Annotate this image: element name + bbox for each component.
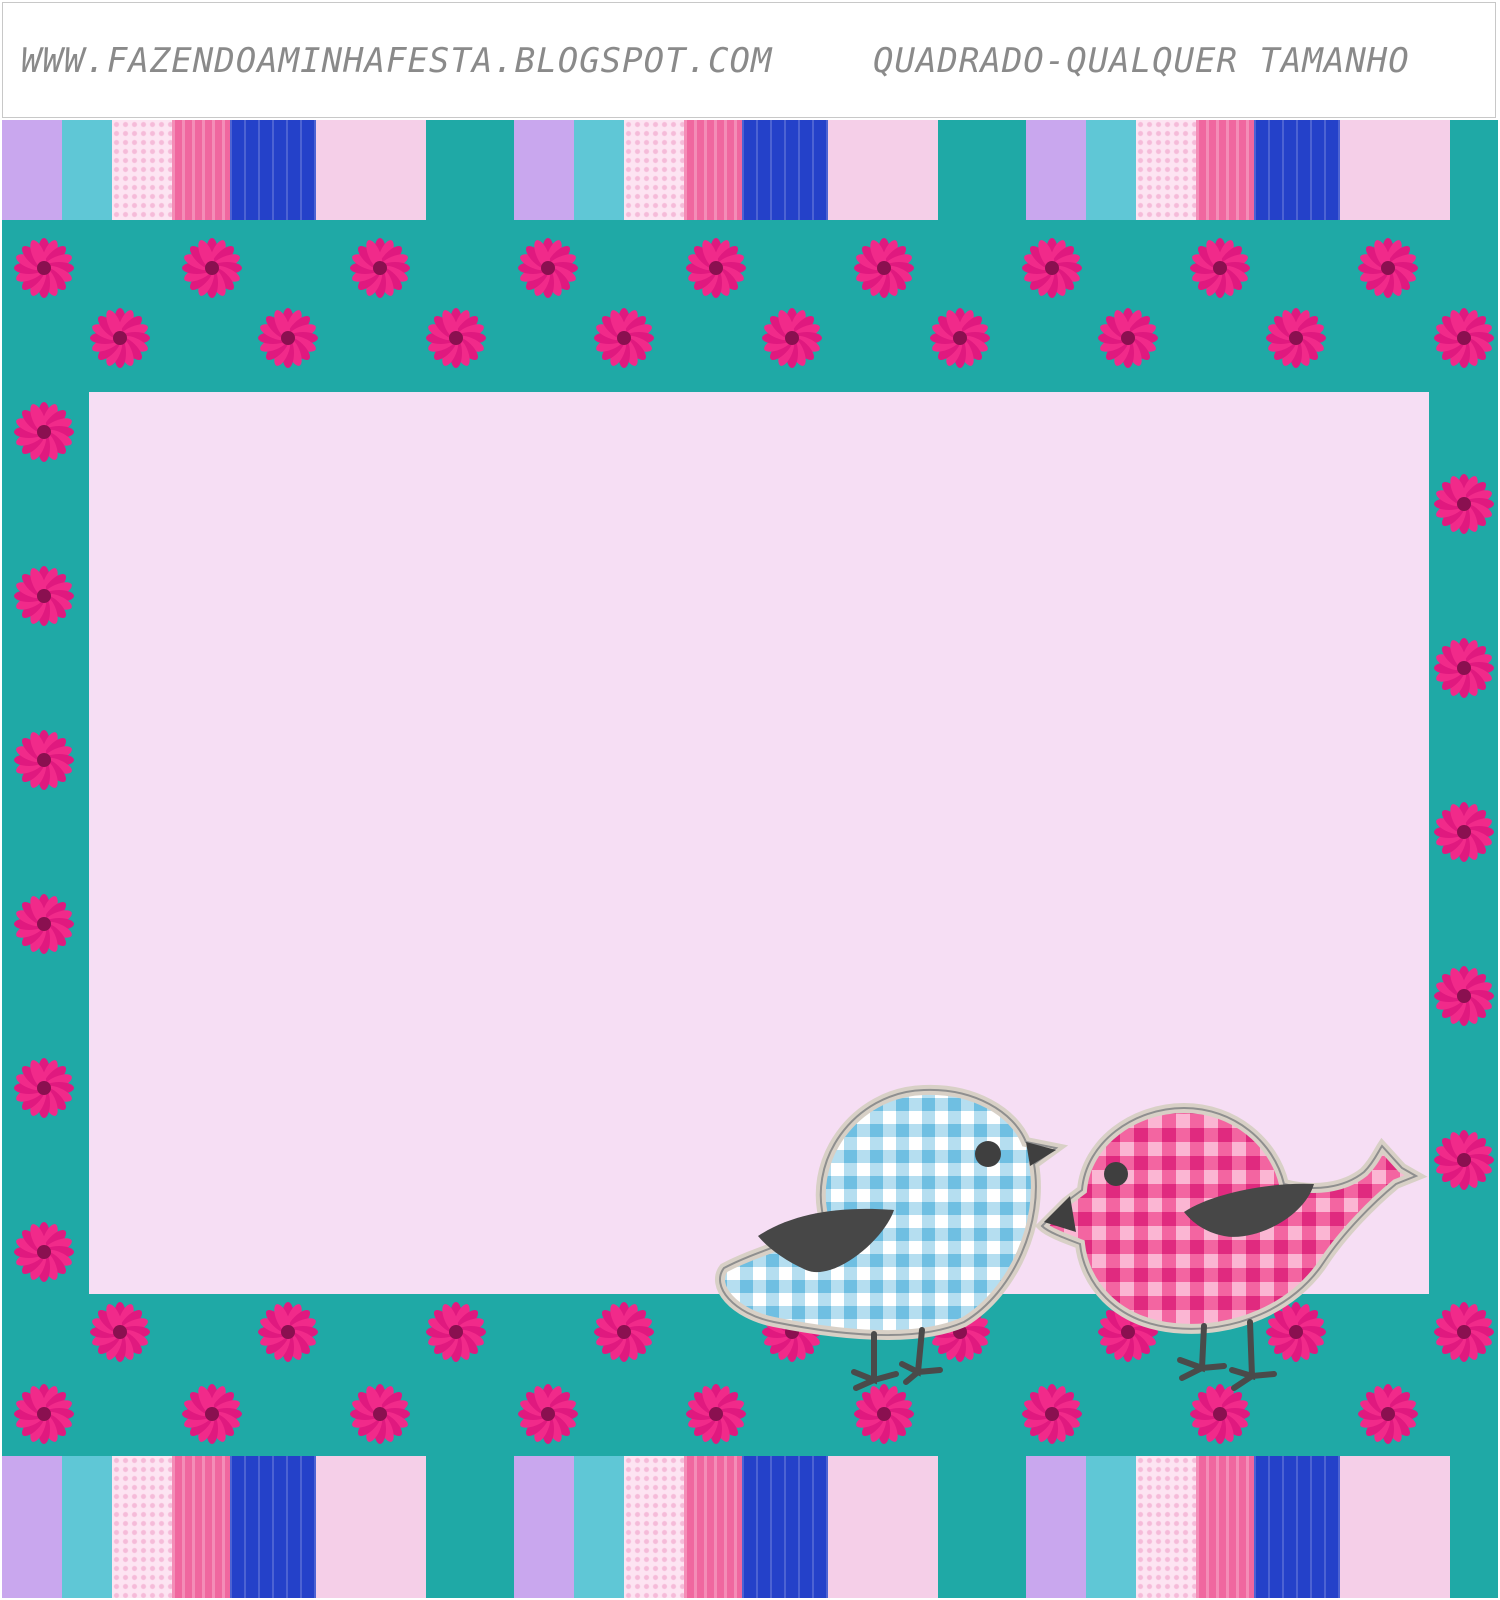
flower-icon [930,308,990,368]
flower-icon [594,1302,654,1362]
flower-icon [14,1222,74,1282]
flower-icon [258,1302,318,1362]
flower-icon [426,1302,486,1362]
header-right-text: QUADRADO-QUALQUER TAMANHO [873,41,1410,81]
birds-illustration [715,1084,1428,1391]
pink-bird-icon [1034,1102,1428,1391]
flower-icon [1266,308,1326,368]
flower-icon [14,894,74,954]
flower-icon [350,238,410,298]
flower-icon [258,308,318,368]
flower-icon [1358,238,1418,298]
flower-icon [518,1384,578,1444]
flower-icon [182,1384,242,1444]
flower-icon [14,566,74,626]
header-left-text: WWW.FAZENDOAMINHAFESTA.BLOGSPOT.COM [21,41,773,81]
flower-icon [182,238,242,298]
flower-icon [1434,474,1494,534]
flower-icon [90,1302,150,1362]
flower-icon [518,238,578,298]
card-frame [2,120,1498,1598]
blue-bird-icon [715,1084,1069,1391]
flower-icon [14,1058,74,1118]
flower-icon [1022,238,1082,298]
flower-icon [1434,802,1494,862]
flower-icon [594,308,654,368]
flower-icon [426,308,486,368]
flower-icon [1098,308,1158,368]
flower-icon [1190,238,1250,298]
flower-icon [762,308,822,368]
flower-icon [350,1384,410,1444]
flower-icon [14,402,74,462]
flower-icon [14,238,74,298]
flower-icon [90,308,150,368]
flower-icon [14,730,74,790]
flower-icon [1434,638,1494,698]
flower-icon [1434,966,1494,1026]
flower-icon [14,1384,74,1444]
flower-icon [1434,308,1494,368]
header-bar: WWW.FAZENDOAMINHAFESTA.BLOGSPOT.COM QUAD… [2,2,1496,118]
flower-icon [686,238,746,298]
flower-icon [854,238,914,298]
